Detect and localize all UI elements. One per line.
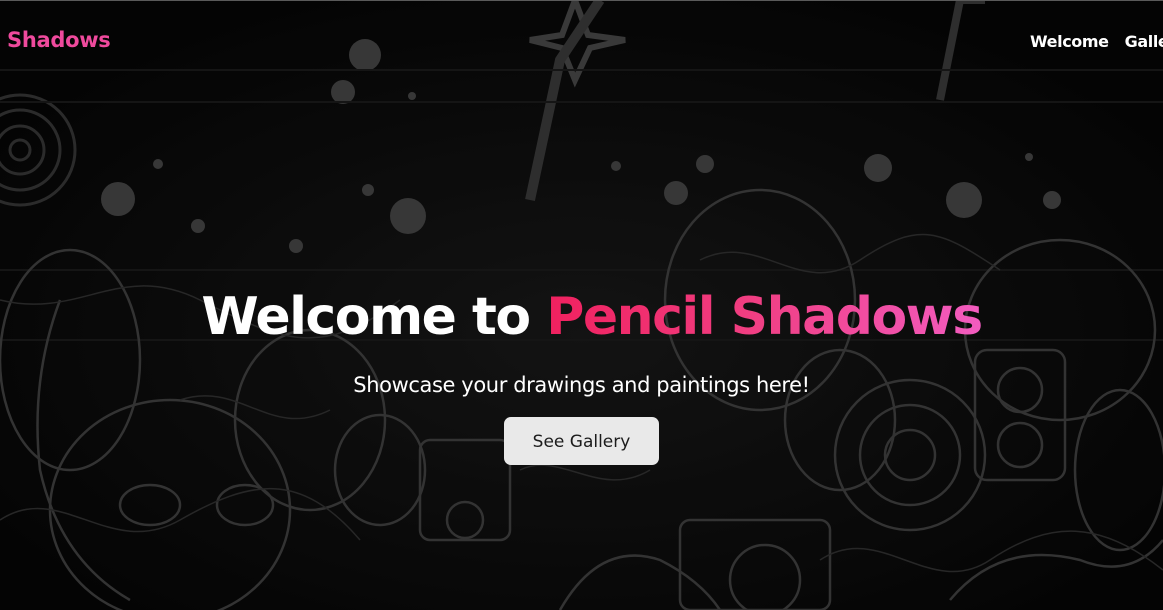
hero-title-prefix: Welcome to: [201, 287, 547, 347]
main-nav: Welcome Gallery: [1030, 32, 1163, 51]
hero-title: Welcome to Pencil Shadows: [20, 284, 1163, 350]
top-border: [0, 0, 1163, 1]
brand-logo[interactable]: Shadows: [7, 28, 111, 52]
nav-link-welcome[interactable]: Welcome: [1030, 32, 1109, 51]
page: Shadows Welcome Gallery Welcome to Penci…: [0, 0, 1163, 610]
nav-link-gallery[interactable]: Gallery: [1125, 32, 1163, 51]
hero-subtitle: Showcase your drawings and paintings her…: [353, 373, 810, 397]
see-gallery-button[interactable]: See Gallery: [504, 417, 659, 465]
hero-title-accent: Pencil Shadows: [546, 287, 983, 347]
hero-section: Welcome to Pencil Shadows Showcase your …: [0, 284, 1163, 465]
